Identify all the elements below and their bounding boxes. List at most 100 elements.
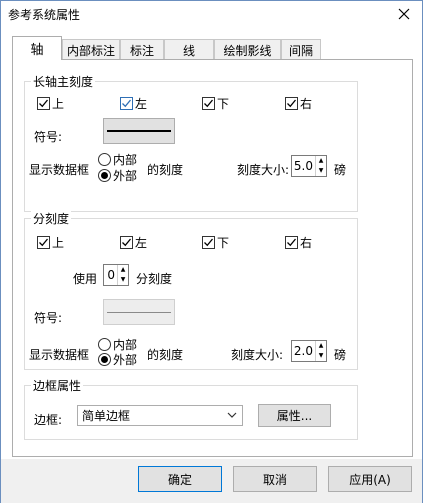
minor-symbol-button[interactable] <box>103 299 175 325</box>
ok-button[interactable]: 确定 <box>138 466 222 492</box>
checkbox-box <box>37 236 50 249</box>
group-title-frame: 边框属性 <box>31 377 84 394</box>
minor-size-spinner[interactable]: 2.0 ▲ ▼ <box>291 340 327 362</box>
major-size-label: 刻度大小: <box>237 163 290 177</box>
check-icon <box>287 99 297 108</box>
button-label: 取消 <box>262 472 287 487</box>
major-ticks-group: 长轴主刻度 上 左 下 右 符号: 显示数据框 内部 外部 的刻度 刻度大小: … <box>24 73 358 212</box>
button-label: 确定 <box>167 472 192 487</box>
major-bottom-checkbox[interactable]: 下 <box>202 95 229 112</box>
tab-label: 内部标注 <box>66 43 115 58</box>
line-symbol-preview <box>107 130 171 132</box>
spinner-value: 0 <box>107 268 115 282</box>
major-symbol-label: 符号: <box>34 130 63 144</box>
major-symbol-button[interactable] <box>103 118 175 144</box>
frame-type-select[interactable]: 简单边框 <box>77 405 243 426</box>
close-button[interactable] <box>392 3 416 25</box>
minor-symbol-label: 符号: <box>34 311 63 325</box>
checkbox-label: 左 <box>135 236 148 250</box>
radio-circle-selected <box>98 353 111 366</box>
checkbox-box <box>120 236 133 249</box>
minor-size-label: 刻度大小: <box>231 348 284 362</box>
spin-up-icon[interactable]: ▲ <box>316 341 326 351</box>
check-icon <box>39 99 49 108</box>
major-ticks-label: 的刻度 <box>147 163 184 177</box>
check-icon <box>204 99 214 108</box>
minor-ticks-label: 的刻度 <box>147 348 184 362</box>
tab-axis[interactable]: 轴 <box>12 36 62 60</box>
tab-interval[interactable]: 间隔 <box>281 39 321 60</box>
checkbox-label: 上 <box>52 97 65 111</box>
spin-up-icon[interactable]: ▲ <box>118 265 128 275</box>
tab-label: 轴 <box>30 43 44 58</box>
major-size-spinner[interactable]: 5.0 ▲ ▼ <box>291 155 327 177</box>
tab-labels[interactable]: 标注 <box>120 39 164 60</box>
checkbox-label: 下 <box>217 97 230 111</box>
dialog-window: 参考系统属性 轴 内部标注 标注 线 绘制影线 间隔 长轴主刻度 上 左 下 右… <box>0 0 423 503</box>
major-outside-radio[interactable]: 外部 <box>98 167 137 184</box>
group-title-major: 长轴主刻度 <box>31 73 96 90</box>
minor-bottom-checkbox[interactable]: 下 <box>202 234 229 251</box>
minor-left-checkbox[interactable]: 左 <box>120 234 147 251</box>
tab-panel-axis: 长轴主刻度 上 左 下 右 符号: 显示数据框 内部 外部 的刻度 刻度大小: … <box>12 59 413 457</box>
spinner-value: 5.0 <box>293 159 313 173</box>
spinner-value: 2.0 <box>293 344 313 358</box>
tab-label: 间隔 <box>288 43 313 58</box>
check-icon <box>122 99 132 108</box>
spinner-arrows: ▲ ▼ <box>315 156 326 176</box>
window-title: 参考系统属性 <box>8 8 81 22</box>
frame-properties-button[interactable]: 属性... <box>258 404 331 427</box>
title-bar: 参考系统属性 <box>1 1 422 28</box>
tab-hatching[interactable]: 绘制影线 <box>214 39 281 60</box>
close-icon <box>398 8 410 20</box>
checkbox-label: 上 <box>52 236 65 250</box>
checkbox-box <box>120 97 133 110</box>
radio-circle <box>98 338 111 351</box>
button-label: 属性... <box>276 409 313 423</box>
apply-button[interactable]: 应用(A) <box>328 466 412 492</box>
minor-unit-label: 磅 <box>334 348 347 362</box>
major-top-checkbox[interactable]: 上 <box>37 95 64 112</box>
checkbox-box <box>285 236 298 249</box>
button-label: 应用(A) <box>349 472 391 487</box>
minor-right-checkbox[interactable]: 右 <box>285 234 312 251</box>
spin-down-icon[interactable]: ▼ <box>316 166 326 176</box>
spin-down-icon[interactable]: ▼ <box>316 351 326 361</box>
tab-label: 绘制影线 <box>223 43 272 58</box>
major-inside-radio[interactable]: 内部 <box>98 151 137 168</box>
minor-top-checkbox[interactable]: 上 <box>37 234 64 251</box>
line-symbol-preview <box>107 311 171 313</box>
check-icon <box>204 238 214 247</box>
spin-up-icon[interactable]: ▲ <box>316 156 326 166</box>
minor-count-spinner[interactable]: 0 ▲ ▼ <box>103 264 129 286</box>
checkbox-box <box>202 97 215 110</box>
checkbox-box <box>202 236 215 249</box>
tab-lines[interactable]: 线 <box>164 39 214 60</box>
minor-subticks-label: 分刻度 <box>136 272 173 286</box>
checkbox-label: 左 <box>135 97 148 111</box>
cancel-button[interactable]: 取消 <box>233 466 317 492</box>
minor-outside-radio[interactable]: 外部 <box>98 351 137 368</box>
radio-label: 外部 <box>113 353 138 367</box>
checkbox-box <box>37 97 50 110</box>
minor-use-label: 使用 <box>73 272 98 286</box>
radio-circle-selected <box>98 169 111 182</box>
check-icon <box>122 238 132 247</box>
major-left-checkbox[interactable]: 左 <box>120 95 147 112</box>
major-right-checkbox[interactable]: 右 <box>285 95 312 112</box>
tab-label: 线 <box>182 43 195 58</box>
dialog-footer: 确定 取消 应用(A) <box>1 459 422 503</box>
checkbox-label: 右 <box>300 97 313 111</box>
spin-down-icon[interactable]: ▼ <box>118 275 128 285</box>
tab-inner-labels[interactable]: 内部标注 <box>62 39 120 60</box>
major-unit-label: 磅 <box>334 163 347 177</box>
minor-display-label: 显示数据框 <box>29 348 90 362</box>
frame-properties-group: 边框属性 边框: 简单边框 属性... <box>24 377 358 440</box>
checkbox-box <box>285 97 298 110</box>
major-display-label: 显示数据框 <box>29 163 90 177</box>
spinner-arrows: ▲ ▼ <box>315 341 326 361</box>
radio-label: 内部 <box>113 153 138 167</box>
check-icon <box>287 238 297 247</box>
checkbox-label: 右 <box>300 236 313 250</box>
check-icon <box>39 238 49 247</box>
